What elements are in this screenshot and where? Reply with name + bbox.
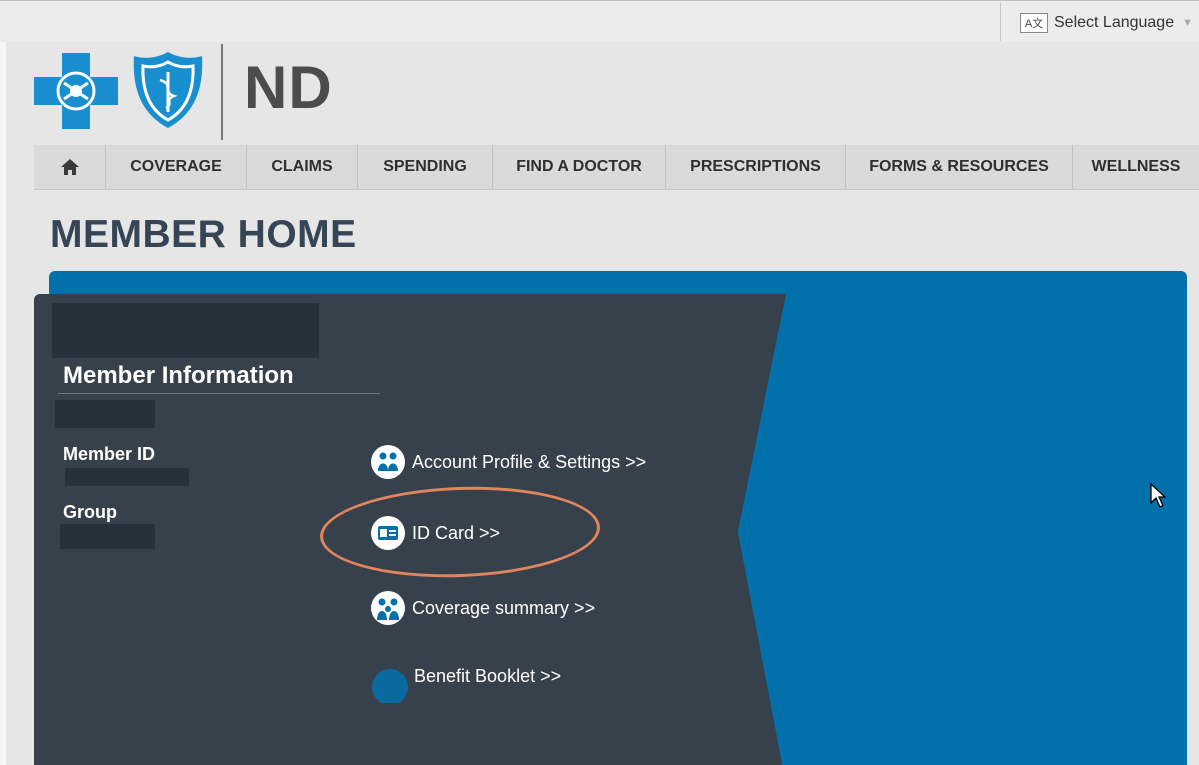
translate-icon: A文 (1020, 13, 1048, 33)
chevron-down-icon: ▼ (1182, 17, 1193, 29)
redacted-member-name (52, 303, 319, 358)
language-divider (1000, 3, 1001, 41)
booklet-icon (372, 667, 408, 703)
account-profile-label: Account Profile & Settings >> (412, 451, 647, 472)
redacted-member-detail (55, 400, 155, 428)
section-divider (58, 393, 380, 394)
member-id-label: Member ID (63, 444, 156, 464)
page-title: MEMBER HOME (50, 213, 357, 256)
family-icon (370, 590, 406, 626)
home-icon (60, 159, 79, 175)
nav-wellness[interactable]: WELLNESS (1073, 145, 1199, 189)
brand-state-text: ND (244, 54, 333, 121)
group-label: Group (63, 502, 117, 522)
account-profile-link[interactable]: Account Profile & Settings >> (370, 444, 646, 480)
redacted-member-id (65, 468, 189, 486)
people-icon (370, 444, 406, 480)
nav-forms-resources[interactable]: FORMS & RESOURCES (846, 145, 1073, 189)
logo-divider (221, 44, 223, 140)
nav-prescriptions[interactable]: PRESCRIPTIONS (666, 145, 846, 189)
mouse-cursor-icon (1150, 483, 1166, 508)
main-nav: COVERAGE CLAIMS SPENDING FIND A DOCTOR P… (34, 145, 1199, 190)
benefit-booklet-link[interactable]: Benefit Booklet >> (372, 665, 562, 703)
select-language-button[interactable]: A文 Select Language ▼ (1020, 11, 1193, 35)
nav-coverage[interactable]: COVERAGE (106, 145, 247, 189)
redacted-group (60, 524, 155, 549)
select-language-label: Select Language (1054, 14, 1175, 31)
blue-shield-logo-icon[interactable] (130, 50, 206, 130)
nav-spending[interactable]: SPENDING (358, 145, 493, 189)
coverage-summary-label: Coverage summary >> (412, 597, 596, 618)
coverage-summary-link[interactable]: Coverage summary >> (370, 590, 595, 626)
nav-home[interactable] (34, 145, 106, 189)
nav-find-a-doctor[interactable]: FIND A DOCTOR (493, 145, 666, 189)
blue-cross-logo-icon[interactable] (34, 53, 118, 129)
member-information-heading: Member Information (63, 362, 294, 389)
top-bar: A文 Select Language ▼ (0, 0, 1199, 43)
benefit-booklet-label: Benefit Booklet >> (414, 665, 562, 686)
nav-claims[interactable]: CLAIMS (247, 145, 358, 189)
